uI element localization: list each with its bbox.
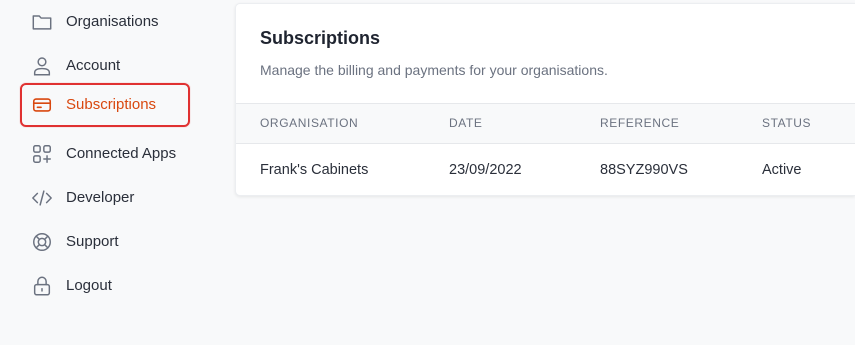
sidebar-item-logout[interactable]: Logout [20, 264, 190, 308]
table-header: ORGANISATION DATE REFERENCE STATUS [236, 103, 855, 144]
cell-date: 23/09/2022 [449, 162, 522, 178]
column-header-status[interactable]: STATUS [762, 104, 811, 143]
sidebar-item-label: Subscriptions [66, 96, 157, 113]
cell-reference: 88SYZ990VS [600, 162, 688, 178]
sidebar-item-account[interactable]: Account [20, 44, 190, 88]
sidebar-item-connected-apps[interactable]: Connected Apps [20, 132, 190, 176]
subscriptions-card: Subscriptions Manage the billing and pay… [235, 3, 855, 196]
sidebar-item-label: Organisations [66, 13, 159, 30]
sidebar-item-organisations[interactable]: Organisations [20, 0, 190, 44]
cell-organisation: Frank's Cabinets [260, 162, 369, 178]
page-title: Subscriptions [260, 28, 381, 48]
folder-icon [31, 11, 53, 33]
cell-status: Active [762, 162, 802, 178]
sidebar-item-support[interactable]: Support [20, 220, 190, 264]
sidebar-item-label: Account [66, 57, 121, 74]
lifebuoy-icon [31, 231, 53, 253]
code-icon [31, 187, 53, 209]
page-description: Manage the billing and payments for your… [260, 62, 608, 78]
table-row[interactable]: Frank's Cabinets 23/09/2022 88SYZ990VS A… [236, 144, 855, 196]
sidebar-item-label: Support [66, 233, 119, 250]
column-header-reference[interactable]: REFERENCE [600, 104, 679, 143]
user-icon [31, 55, 53, 77]
sidebar-item-subscriptions[interactable]: Subscriptions [20, 83, 190, 127]
credit-card-icon [31, 94, 53, 116]
sidebar-item-label: Developer [66, 189, 135, 206]
sidebar-item-developer[interactable]: Developer [20, 176, 190, 220]
lock-icon [31, 275, 53, 297]
column-header-date[interactable]: DATE [449, 104, 483, 143]
sidebar-item-label: Logout [66, 277, 112, 294]
sidebar-item-label: Connected Apps [66, 145, 177, 162]
apps-grid-plus-icon [31, 143, 53, 165]
sidebar-nav: Organisations Account Subscriptions Conn… [0, 0, 220, 345]
page: Organisations Account Subscriptions Conn… [0, 0, 855, 345]
column-header-organisation[interactable]: ORGANISATION [260, 104, 358, 143]
